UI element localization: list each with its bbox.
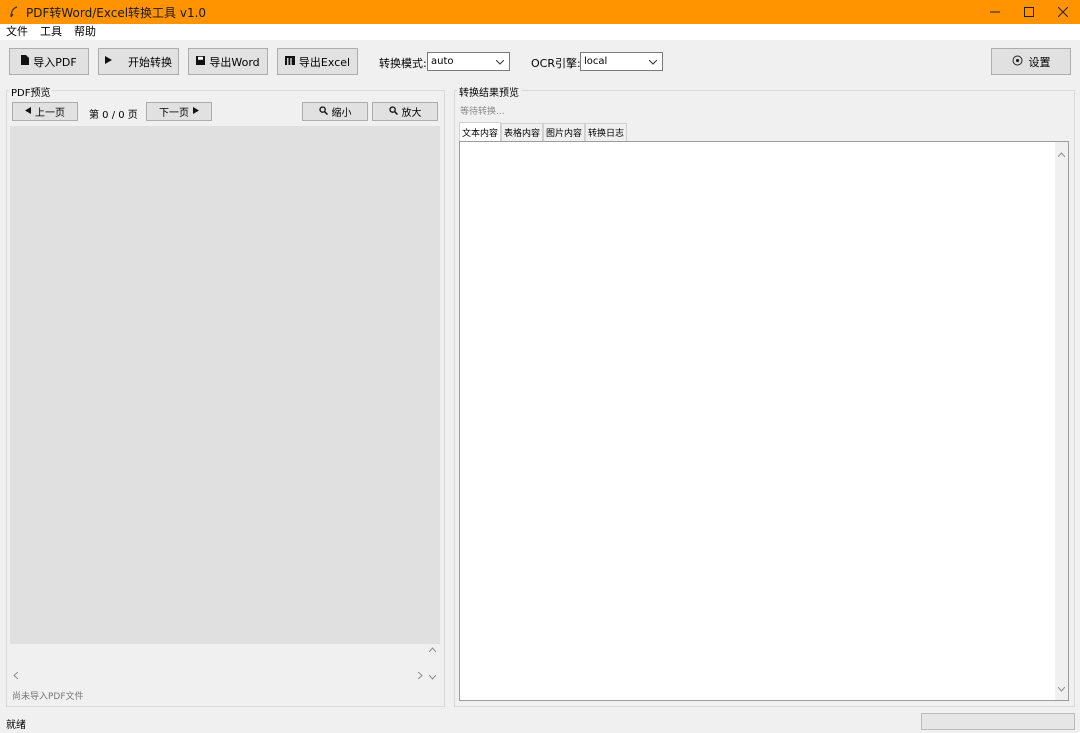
scroll-down-icon[interactable] (428, 673, 437, 683)
export-excel-label: 导出Excel (298, 55, 351, 69)
maximize-button[interactable] (1012, 0, 1046, 24)
chevron-down-icon (494, 55, 506, 69)
zoom-in-label: 放大 (401, 108, 422, 119)
triangle-left-icon (25, 106, 31, 117)
export-word-label: 导出Word (209, 55, 260, 69)
ocr-select[interactable]: local (580, 52, 663, 71)
start-convert-button[interactable]: 开始转换 (98, 48, 179, 75)
zoom-out-label: 缩小 (331, 108, 352, 119)
menu-file[interactable]: 文件 (0, 24, 34, 40)
scroll-down-icon[interactable] (1057, 681, 1066, 695)
chevron-down-icon (647, 55, 659, 69)
next-page-button[interactable]: 下一页 (146, 102, 212, 121)
result-text-area[interactable] (459, 141, 1069, 701)
magnifier-icon (388, 105, 398, 118)
settings-label: 设置 (1028, 55, 1051, 69)
result-preview-title: 转换结果预览 (457, 84, 521, 99)
mode-select[interactable]: auto (427, 52, 510, 71)
close-button[interactable] (1046, 0, 1080, 24)
mode-label: 转换模式: (379, 57, 427, 70)
preview-scroll-area (10, 644, 428, 686)
progress-bar (921, 713, 1075, 730)
ocr-value: local (584, 56, 608, 67)
zoom-in-button[interactable]: 放大 (372, 102, 438, 121)
status-bar: 就绪 (0, 709, 1080, 733)
pdf-status-text: 尚未导入PDF文件 (12, 692, 84, 702)
toolbar: 导入PDF 开始转换 导出Word 导出Excel 转换模式: auto OCR… (0, 40, 1080, 82)
floppy-disk-icon (196, 55, 206, 68)
magnifier-icon (318, 105, 328, 118)
table-icon (284, 55, 295, 68)
menu-bar: 文件 工具 帮助 (0, 24, 1080, 40)
export-excel-button[interactable]: 导出Excel (277, 48, 358, 75)
feather-icon (6, 4, 22, 20)
tab-table-content[interactable]: 表格内容 (501, 123, 544, 141)
scroll-right-icon[interactable] (417, 671, 423, 682)
scroll-left-icon[interactable] (13, 671, 19, 682)
tab-image-content[interactable]: 图片内容 (543, 123, 586, 141)
start-convert-label: 开始转换 (128, 55, 172, 69)
pdf-preview-title: PDF预览 (9, 84, 53, 99)
minimize-icon (990, 11, 1000, 13)
prev-page-button[interactable]: 上一页 (12, 102, 78, 121)
page-indicator: 第 0 / 0 页 (89, 110, 138, 121)
settings-button[interactable]: 设置 (991, 48, 1071, 75)
result-tabs: 文本内容 表格内容 图片内容 转换日志 (459, 122, 628, 141)
triangle-right-icon (193, 106, 199, 117)
tab-text-content[interactable]: 文本内容 (459, 122, 502, 141)
tab-conversion-log[interactable]: 转换日志 (585, 123, 628, 141)
import-pdf-label: 导入PDF (33, 55, 77, 69)
status-text: 就绪 (6, 720, 26, 731)
title-bar: PDF转Word/Excel转换工具 v1.0 (0, 0, 1080, 24)
next-page-label: 下一页 (159, 108, 189, 119)
mode-value: auto (431, 56, 454, 67)
maximize-icon (1024, 7, 1034, 17)
file-icon (21, 55, 30, 68)
scroll-up-icon[interactable] (1057, 146, 1066, 160)
zoom-out-button[interactable]: 缩小 (302, 102, 368, 121)
prev-page-label: 上一页 (35, 108, 65, 119)
gear-icon (1012, 55, 1023, 69)
export-word-button[interactable]: 导出Word (188, 48, 268, 75)
ocr-label: OCR引擎: (531, 57, 581, 70)
scroll-up-icon[interactable] (428, 645, 437, 655)
menu-help[interactable]: 帮助 (68, 24, 102, 40)
close-icon (1058, 7, 1068, 17)
minimize-button[interactable] (978, 0, 1012, 24)
import-pdf-button[interactable]: 导入PDF (9, 48, 89, 75)
window-title: PDF转Word/Excel转换工具 v1.0 (26, 5, 207, 20)
menu-tools[interactable]: 工具 (34, 24, 68, 40)
result-scrollbar[interactable] (1055, 142, 1068, 700)
play-icon (105, 56, 112, 67)
waiting-text: 等待转换... (460, 107, 505, 117)
pdf-preview-canvas[interactable] (10, 126, 440, 644)
